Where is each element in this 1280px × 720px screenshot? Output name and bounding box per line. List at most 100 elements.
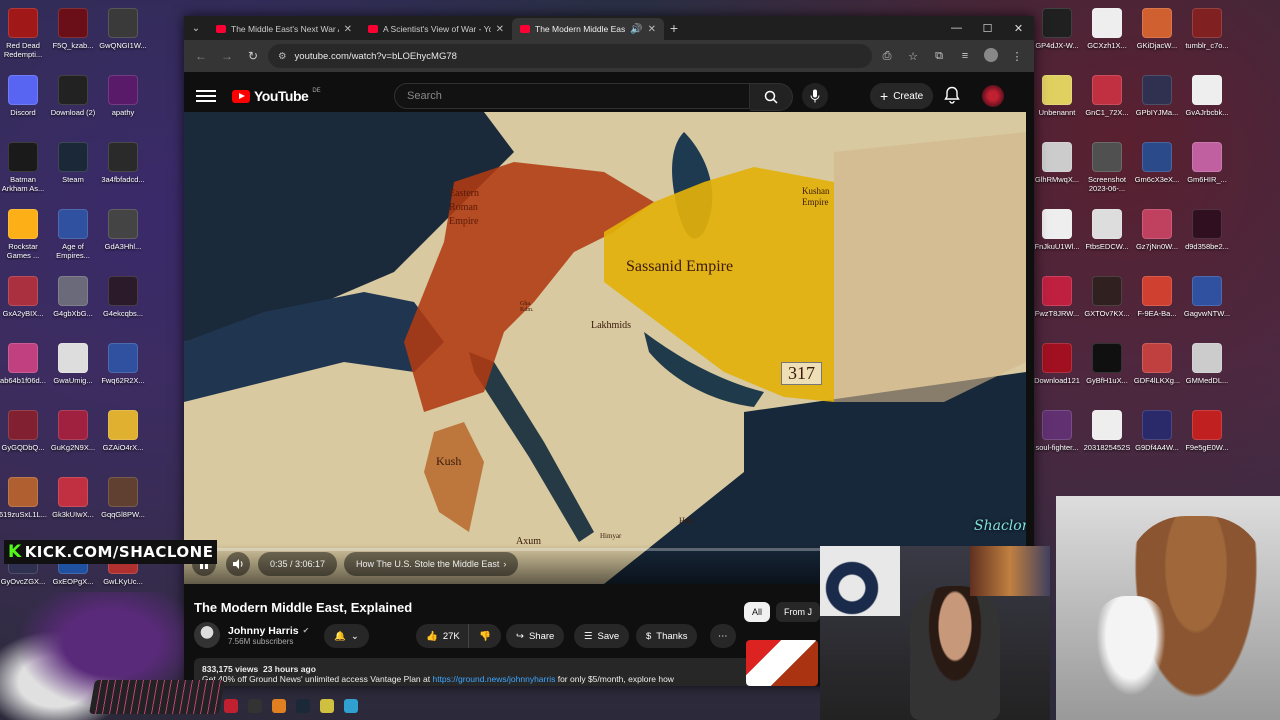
youtube-logo[interactable]: YouTube DE — [232, 88, 321, 104]
speaker-icon[interactable]: 🔊 — [630, 24, 642, 35]
desktop-icon[interactable]: Discord — [0, 71, 46, 134]
desktop-icon[interactable]: GnC1_72X... — [1084, 71, 1130, 134]
reload-icon[interactable]: ↻ — [242, 49, 264, 63]
desktop-icon[interactable]: GyBfH1uX... — [1084, 339, 1130, 402]
desktop-icon[interactable]: F9e5gE0W... — [1184, 406, 1230, 469]
desktop-icon[interactable]: Gm6HIR_... — [1184, 138, 1230, 201]
tab-scientist-view[interactable]: A Scientist's View of War - You ✕ — [360, 18, 512, 40]
app-icon[interactable] — [344, 699, 358, 713]
desktop-icon[interactable]: tumblr_c7o... — [1184, 4, 1230, 67]
desktop-icon[interactable]: Download (2) — [50, 71, 96, 134]
desktop-icon[interactable]: GlhRMwqX... — [1034, 138, 1080, 201]
app-icon[interactable] — [320, 699, 334, 713]
close-window-icon[interactable]: ✕ — [1003, 16, 1034, 40]
desktop-icon[interactable]: Unbenannt — [1034, 71, 1080, 134]
maximize-icon[interactable]: ☐ — [972, 16, 1003, 40]
channel-name[interactable]: Johnny Harris — [228, 625, 299, 637]
more-actions-button[interactable]: ⋯ — [710, 624, 736, 648]
dislike-button[interactable]: 👎 — [468, 624, 501, 648]
desktop-icon[interactable]: GDF4lLKXg... — [1134, 339, 1180, 402]
desktop-icon[interactable]: GXTOv7KX... — [1084, 272, 1130, 335]
recommended-video-thumbnail[interactable] — [746, 640, 818, 686]
desktop-icon[interactable]: GKiDjacW... — [1134, 4, 1180, 67]
desktop-icon[interactable]: Gm6cX3eX... — [1134, 138, 1180, 201]
desktop-icon[interactable]: FtbsEDCW... — [1084, 205, 1130, 268]
desktop-icon[interactable]: Steam — [50, 138, 96, 201]
desktop-icon[interactable]: Download121 — [1034, 339, 1080, 402]
desktop-icon[interactable]: Red Dead Redempti... — [0, 4, 46, 67]
desktop-icon[interactable]: Gk3kUIwX... — [50, 473, 96, 536]
desktop-icon[interactable]: FnJkuU1Wl... — [1034, 205, 1080, 268]
desktop-icon[interactable]: Age of Empires... — [50, 205, 96, 268]
save-button[interactable]: ☰ Save — [574, 624, 630, 648]
desktop-icon[interactable]: ab64b1f06d... — [0, 339, 46, 402]
site-info-icon[interactable]: ⚙ — [278, 51, 287, 62]
desktop-icon[interactable]: GvAJrbcbk... — [1184, 71, 1230, 134]
desktop-icon[interactable]: GwaUmig... — [50, 339, 96, 402]
bookmark-star-icon[interactable]: ☆ — [902, 50, 924, 63]
install-app-icon[interactable]: ⎙ — [876, 50, 898, 63]
desktop-icon[interactable]: F5Q_kzab... — [50, 4, 96, 67]
like-button[interactable]: 👍 27K — [416, 624, 468, 648]
desktop-icon[interactable]: G4gbXbG... — [50, 272, 96, 335]
hamburger-menu-icon[interactable] — [196, 90, 216, 102]
close-tab-icon[interactable]: ✕ — [344, 24, 352, 35]
back-icon[interactable]: ← — [190, 49, 212, 63]
desktop-icon[interactable]: GPbIYJMa... — [1134, 71, 1180, 134]
desktop-icon[interactable]: 2031825452S — [1084, 406, 1130, 469]
app-icon[interactable] — [248, 699, 262, 713]
volume-button[interactable] — [226, 552, 250, 576]
search-button[interactable] — [750, 83, 793, 111]
channel-avatar[interactable] — [194, 622, 220, 648]
create-button[interactable]: + Create — [870, 83, 934, 109]
desktop-icon[interactable]: Fwq62R2X... — [100, 339, 146, 402]
desktop-icon[interactable]: GdA3Hhl... — [100, 205, 146, 268]
desktop-icon[interactable]: G9Df4A4W... — [1134, 406, 1180, 469]
desktop-icon[interactable]: G4ekcqbs... — [100, 272, 146, 335]
desktop-icon[interactable]: GP4dJX-W... — [1034, 4, 1080, 67]
desktop-icon[interactable]: soul-fighter... — [1034, 406, 1080, 469]
url-field[interactable]: ⚙ youtube.com/watch?v=bLOEhycMG78 — [268, 44, 872, 68]
app-icon[interactable] — [272, 699, 286, 713]
chapter-button[interactable]: How The U.S. Stole the Middle East › — [344, 552, 519, 576]
app-icon[interactable] — [224, 699, 238, 713]
desktop-icon[interactable]: Screenshot 2023-06-... — [1084, 138, 1130, 201]
description-link[interactable]: https://ground.news/johnnyharris — [432, 674, 555, 684]
desktop-icon[interactable]: GxA2yBIX... — [0, 272, 46, 335]
search-input[interactable] — [405, 89, 749, 103]
desktop-icon[interactable]: GwQNGI1W... — [99, 4, 147, 67]
subscribe-bell-button[interactable]: 🔔 ⌄ — [324, 624, 369, 648]
desktop-icon[interactable]: GagvwNTW... — [1184, 272, 1230, 335]
desktop-icon[interactable]: d9d358be2... — [1184, 205, 1230, 268]
steam-icon[interactable] — [296, 699, 310, 713]
thanks-button[interactable]: $ Thanks — [636, 624, 698, 648]
forward-icon[interactable]: → — [216, 49, 238, 63]
description-box[interactable]: 833,175 views 23 hours ago Get 40% off G… — [194, 658, 754, 686]
chip-from-channel[interactable]: From J — [776, 602, 821, 622]
voice-search-button[interactable] — [802, 83, 828, 109]
desktop-icon[interactable]: 3a4fbfadcd... — [100, 138, 146, 201]
menu-kebab-icon[interactable]: ⋮ — [1006, 50, 1028, 63]
desktop-icon[interactable]: FwzT8JRW... — [1034, 272, 1080, 335]
close-tab-icon[interactable]: ✕ — [648, 24, 656, 35]
tab-middle-east-next-war[interactable]: The Middle East's Next War Aft ✕ — [208, 18, 360, 40]
user-avatar[interactable] — [982, 85, 1004, 107]
extensions-icon[interactable]: ⧉ — [928, 50, 950, 63]
desktop-icon[interactable]: GqqGl8PW... — [100, 473, 146, 536]
close-tab-icon[interactable]: ✕ — [496, 24, 504, 35]
desktop-icon[interactable]: GCXzh1X... — [1084, 4, 1130, 67]
desktop-icon[interactable]: GuKg2N9X... — [50, 406, 96, 469]
desktop-icon[interactable]: apathy — [100, 71, 146, 134]
desktop-icon[interactable]: Rockstar Games ... — [0, 205, 46, 268]
profile-avatar[interactable] — [980, 47, 1002, 65]
media-icon[interactable]: ≡ — [954, 50, 976, 62]
share-button[interactable]: ↪ Share — [506, 624, 565, 648]
desktop-icon[interactable]: 619zuSxL1L... — [0, 473, 47, 536]
desktop-icon[interactable]: Batman Arkham As... — [0, 138, 46, 201]
desktop-icon[interactable]: F-9EA-Ba... — [1134, 272, 1180, 335]
desktop-icon[interactable]: GMMedDL... — [1184, 339, 1230, 402]
notifications-button[interactable] — [944, 86, 960, 109]
desktop-icon[interactable]: GZAiO4rX... — [100, 406, 146, 469]
new-tab-button[interactable]: + — [664, 20, 684, 36]
minimize-icon[interactable]: — — [941, 16, 972, 40]
